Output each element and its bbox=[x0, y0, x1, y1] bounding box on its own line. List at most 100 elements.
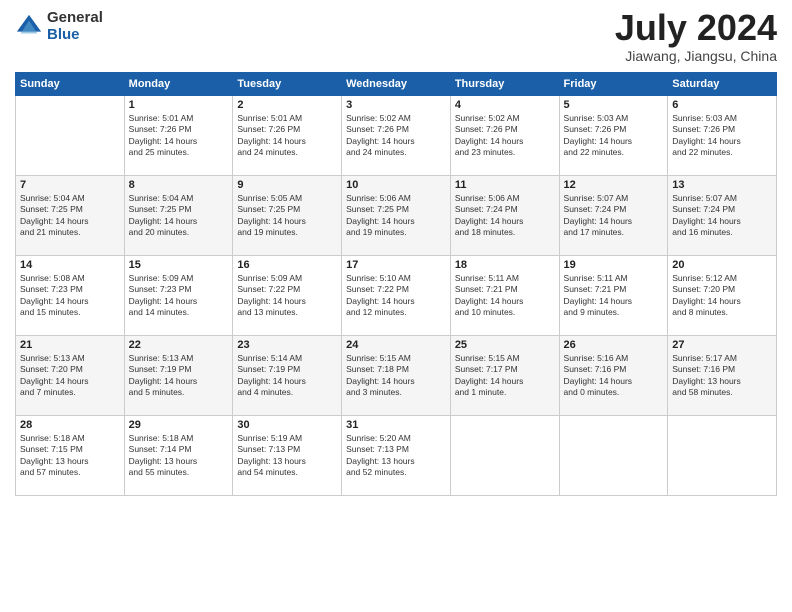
day-number: 29 bbox=[129, 419, 229, 431]
day-number: 8 bbox=[129, 179, 229, 191]
day-info: Sunrise: 5:12 AM Sunset: 7:20 PM Dayligh… bbox=[672, 273, 772, 319]
calendar-cell: 18 Sunrise: 5:11 AM Sunset: 7:21 PM Dayli… bbox=[450, 256, 559, 336]
day-number: 6 bbox=[672, 99, 772, 111]
month-year-title: July 2024 bbox=[615, 10, 777, 46]
day-info: Sunrise: 5:04 AM Sunset: 7:25 PM Dayligh… bbox=[129, 193, 229, 239]
calendar-cell: 31 Sunrise: 5:20 AM Sunset: 7:13 PM Dayli… bbox=[342, 416, 451, 496]
day-info: Sunrise: 5:13 AM Sunset: 7:19 PM Dayligh… bbox=[129, 353, 229, 399]
day-info: Sunrise: 5:17 AM Sunset: 7:16 PM Dayligh… bbox=[672, 353, 772, 399]
calendar-cell: 26 Sunrise: 5:16 AM Sunset: 7:16 PM Dayli… bbox=[559, 336, 668, 416]
day-info: Sunrise: 5:10 AM Sunset: 7:22 PM Dayligh… bbox=[346, 273, 446, 319]
logo: General Blue bbox=[15, 10, 103, 43]
calendar-cell: 11 Sunrise: 5:06 AM Sunset: 7:24 PM Dayli… bbox=[450, 176, 559, 256]
day-info: Sunrise: 5:06 AM Sunset: 7:25 PM Dayligh… bbox=[346, 193, 446, 239]
logo-text: General Blue bbox=[47, 10, 103, 43]
calendar-cell: 8 Sunrise: 5:04 AM Sunset: 7:25 PM Daylig… bbox=[124, 176, 233, 256]
calendar-cell: 25Sunrise: 5:15 AM Sunset: 7:17 PM Dayli… bbox=[450, 336, 559, 416]
header-row: Sunday Monday Tuesday Wednesday Thursday… bbox=[16, 73, 777, 96]
day-number: 23 bbox=[237, 339, 337, 351]
calendar-cell: 27 Sunrise: 5:17 AM Sunset: 7:16 PM Dayli… bbox=[668, 336, 777, 416]
day-number: 2 bbox=[237, 99, 337, 111]
day-number: 7 bbox=[20, 179, 120, 191]
day-info: Sunrise: 5:16 AM Sunset: 7:16 PM Dayligh… bbox=[564, 353, 664, 399]
day-number: 31 bbox=[346, 419, 446, 431]
col-tuesday: Tuesday bbox=[233, 73, 342, 96]
day-number: 4 bbox=[455, 99, 555, 111]
col-thursday: Thursday bbox=[450, 73, 559, 96]
calendar-table: Sunday Monday Tuesday Wednesday Thursday… bbox=[15, 72, 777, 496]
calendar-cell: 5 Sunrise: 5:03 AM Sunset: 7:26 PM Daylig… bbox=[559, 96, 668, 176]
day-number: 30 bbox=[237, 419, 337, 431]
day-info: Sunrise: 5:01 AM Sunset: 7:26 PM Dayligh… bbox=[237, 113, 337, 159]
day-info: Sunrise: 5:20 AM Sunset: 7:13 PM Dayligh… bbox=[346, 433, 446, 479]
day-info: Sunrise: 5:04 AM Sunset: 7:25 PM Dayligh… bbox=[20, 193, 120, 239]
calendar-cell: 29 Sunrise: 5:18 AM Sunset: 7:14 PM Dayli… bbox=[124, 416, 233, 496]
calendar-cell bbox=[668, 416, 777, 496]
calendar-cell: 12Sunrise: 5:07 AM Sunset: 7:24 PM Dayli… bbox=[559, 176, 668, 256]
day-info: Sunrise: 5:03 AM Sunset: 7:26 PM Dayligh… bbox=[564, 113, 664, 159]
day-number: 24 bbox=[346, 339, 446, 351]
calendar-cell: 4 Sunrise: 5:02 AM Sunset: 7:26 PM Daylig… bbox=[450, 96, 559, 176]
calendar-cell: 15 Sunrise: 5:09 AM Sunset: 7:23 PM Dayli… bbox=[124, 256, 233, 336]
calendar-cell: 30 Sunrise: 5:19 AM Sunset: 7:13 PM Dayli… bbox=[233, 416, 342, 496]
day-info: Sunrise: 5:06 AM Sunset: 7:24 PM Dayligh… bbox=[455, 193, 555, 239]
calendar-cell: 2 Sunrise: 5:01 AM Sunset: 7:26 PM Daylig… bbox=[233, 96, 342, 176]
calendar-cell: 7 Sunrise: 5:04 AM Sunset: 7:25 PM Daylig… bbox=[16, 176, 125, 256]
day-number: 11 bbox=[455, 179, 555, 191]
calendar-cell: 20 Sunrise: 5:12 AM Sunset: 7:20 PM Dayli… bbox=[668, 256, 777, 336]
day-info: Sunrise: 5:01 AM Sunset: 7:26 PM Dayligh… bbox=[129, 113, 229, 159]
calendar-cell: 28Sunrise: 5:18 AM Sunset: 7:15 PM Dayli… bbox=[16, 416, 125, 496]
calendar-week-1: 1 Sunrise: 5:01 AM Sunset: 7:26 PM Daylig… bbox=[16, 96, 777, 176]
calendar-cell: 21 Sunrise: 5:13 AM Sunset: 7:20 PM Dayli… bbox=[16, 336, 125, 416]
col-friday: Friday bbox=[559, 73, 668, 96]
day-info: Sunrise: 5:11 AM Sunset: 7:21 PM Dayligh… bbox=[455, 273, 555, 319]
day-number: 28 bbox=[20, 419, 120, 431]
calendar-week-4: 21 Sunrise: 5:13 AM Sunset: 7:20 PM Dayli… bbox=[16, 336, 777, 416]
day-number: 22 bbox=[129, 339, 229, 351]
day-number: 20 bbox=[672, 259, 772, 271]
day-number: 10 bbox=[346, 179, 446, 191]
calendar-cell: 13 Sunrise: 5:07 AM Sunset: 7:24 PM Dayli… bbox=[668, 176, 777, 256]
calendar-cell: 6 Sunrise: 5:03 AM Sunset: 7:26 PM Daylig… bbox=[668, 96, 777, 176]
title-section: July 2024 Jiawang, Jiangsu, China bbox=[615, 10, 777, 64]
col-monday: Monday bbox=[124, 73, 233, 96]
calendar-cell: 1 Sunrise: 5:01 AM Sunset: 7:26 PM Daylig… bbox=[124, 96, 233, 176]
calendar-week-5: 28Sunrise: 5:18 AM Sunset: 7:15 PM Dayli… bbox=[16, 416, 777, 496]
col-wednesday: Wednesday bbox=[342, 73, 451, 96]
day-number: 5 bbox=[564, 99, 664, 111]
calendar-cell bbox=[450, 416, 559, 496]
day-info: Sunrise: 5:08 AM Sunset: 7:23 PM Dayligh… bbox=[20, 273, 120, 319]
logo-blue-text: Blue bbox=[47, 27, 103, 44]
day-info: Sunrise: 5:19 AM Sunset: 7:13 PM Dayligh… bbox=[237, 433, 337, 479]
day-number: 1 bbox=[129, 99, 229, 111]
day-info: Sunrise: 5:09 AM Sunset: 7:23 PM Dayligh… bbox=[129, 273, 229, 319]
calendar-cell: 24Sunrise: 5:15 AM Sunset: 7:18 PM Dayli… bbox=[342, 336, 451, 416]
day-info: Sunrise: 5:13 AM Sunset: 7:20 PM Dayligh… bbox=[20, 353, 120, 399]
day-number: 13 bbox=[672, 179, 772, 191]
day-info: Sunrise: 5:07 AM Sunset: 7:24 PM Dayligh… bbox=[672, 193, 772, 239]
day-number: 3 bbox=[346, 99, 446, 111]
day-info: Sunrise: 5:18 AM Sunset: 7:14 PM Dayligh… bbox=[129, 433, 229, 479]
day-info: Sunrise: 5:14 AM Sunset: 7:19 PM Dayligh… bbox=[237, 353, 337, 399]
location-text: Jiawang, Jiangsu, China bbox=[615, 48, 777, 64]
calendar-week-2: 7 Sunrise: 5:04 AM Sunset: 7:25 PM Daylig… bbox=[16, 176, 777, 256]
day-number: 27 bbox=[672, 339, 772, 351]
day-info: Sunrise: 5:02 AM Sunset: 7:26 PM Dayligh… bbox=[455, 113, 555, 159]
day-number: 9 bbox=[237, 179, 337, 191]
day-number: 26 bbox=[564, 339, 664, 351]
calendar-cell: 19Sunrise: 5:11 AM Sunset: 7:21 PM Dayli… bbox=[559, 256, 668, 336]
day-info: Sunrise: 5:03 AM Sunset: 7:26 PM Dayligh… bbox=[672, 113, 772, 159]
page-container: General Blue July 2024 Jiawang, Jiangsu,… bbox=[0, 0, 792, 612]
header: General Blue July 2024 Jiawang, Jiangsu,… bbox=[15, 10, 777, 64]
day-number: 18 bbox=[455, 259, 555, 271]
col-sunday: Sunday bbox=[16, 73, 125, 96]
calendar-cell: 10 Sunrise: 5:06 AM Sunset: 7:25 PM Dayli… bbox=[342, 176, 451, 256]
day-number: 15 bbox=[129, 259, 229, 271]
day-number: 21 bbox=[20, 339, 120, 351]
calendar-cell bbox=[559, 416, 668, 496]
day-number: 12 bbox=[564, 179, 664, 191]
logo-icon bbox=[15, 13, 43, 41]
calendar-cell: 16Sunrise: 5:09 AM Sunset: 7:22 PM Dayli… bbox=[233, 256, 342, 336]
day-number: 17 bbox=[346, 259, 446, 271]
calendar-cell: 14Sunrise: 5:08 AM Sunset: 7:23 PM Dayli… bbox=[16, 256, 125, 336]
